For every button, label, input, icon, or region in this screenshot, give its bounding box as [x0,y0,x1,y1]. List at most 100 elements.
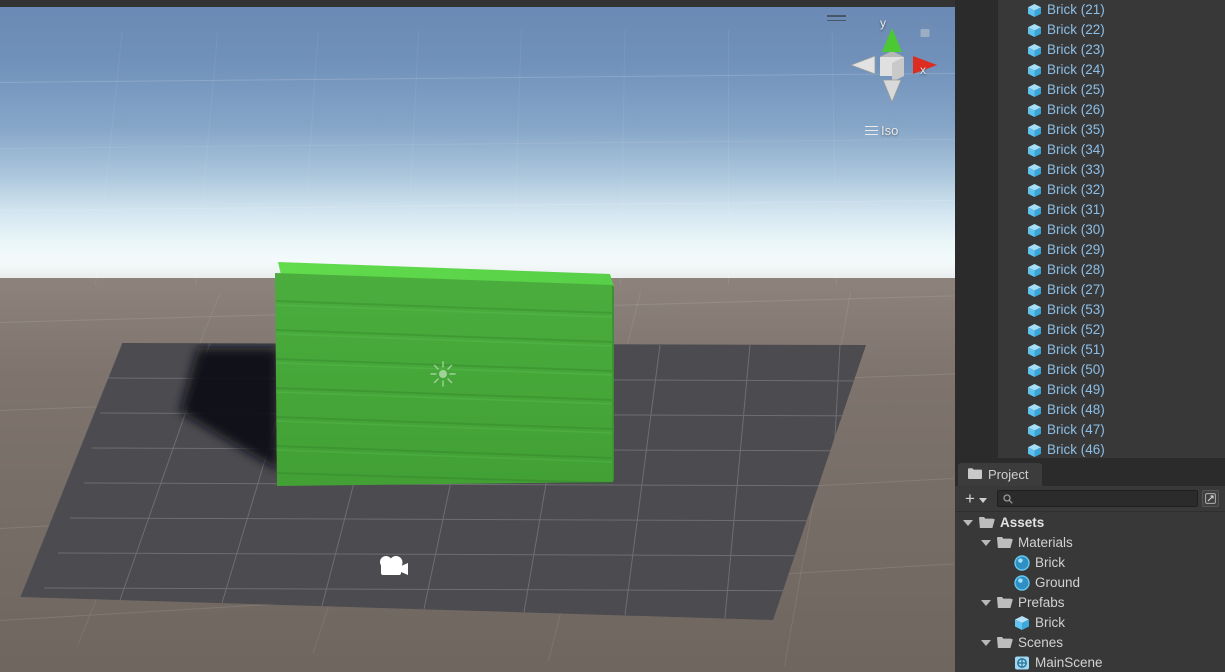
cube-icon [1027,23,1042,38]
project-tree-row-label: Scenes [1018,635,1064,650]
hierarchy-row[interactable]: Brick (23) [998,40,1225,60]
cube-icon [1027,383,1042,398]
hierarchy-row[interactable]: Brick (53) [998,300,1225,320]
project-tree-row[interactable]: Ground [955,573,1225,593]
cube-icon [1027,343,1042,358]
chevron-down-icon[interactable] [963,520,973,526]
folder-icon [979,515,995,531]
chevron-down-icon[interactable] [981,540,991,546]
hierarchy-row[interactable]: Brick (32) [998,180,1225,200]
add-asset-button[interactable]: + [961,489,991,509]
search-icon [1003,493,1013,504]
project-tree-row[interactable]: Assets [955,513,1225,533]
camera-gizmo-icon[interactable] [376,553,410,581]
plus-icon: + [965,488,975,508]
project-tab-strip: Project [955,462,1225,486]
material-icon [1014,555,1030,571]
chevron-down-icon[interactable] [981,600,991,606]
cube-icon [1027,43,1042,58]
folder-icon [997,595,1013,611]
hierarchy-row-label: Brick (31) [1047,202,1105,217]
project-tree-row[interactable]: MainScene [955,653,1225,672]
hierarchy-row[interactable]: Brick (31) [998,200,1225,220]
hierarchy-row[interactable]: Brick (22) [998,20,1225,40]
hierarchy-row-label: Brick (23) [1047,42,1105,57]
project-tree-row[interactable]: Prefabs [955,593,1225,613]
hierarchy-row-label: Brick (22) [1047,22,1105,37]
project-panel[interactable]: Project + Assets Materials Brick Ground … [955,462,1225,672]
scene-overlay-menu-icon[interactable] [827,12,846,24]
hierarchy-row[interactable]: Brick (25) [998,80,1225,100]
hierarchy-row[interactable]: Brick (34) [998,140,1225,160]
expand-filter-icon[interactable] [1202,490,1219,507]
cube-icon [1027,83,1042,98]
hierarchy-row[interactable]: Brick (52) [998,320,1225,340]
projection-menu-icon [865,123,878,138]
cube-icon [1027,443,1042,458]
project-tree-row[interactable]: Brick [955,613,1225,633]
hierarchy-row-label: Brick (30) [1047,222,1105,237]
gizmo-y-axis-label: y [880,16,886,30]
scene-view[interactable]: y x Iso [0,0,955,672]
chevron-down-icon[interactable] [981,640,991,646]
cube-icon [1027,323,1042,338]
hierarchy-row[interactable]: Brick (35) [998,120,1225,140]
hierarchy-row[interactable]: Brick (27) [998,280,1225,300]
project-tree-row[interactable]: Scenes [955,633,1225,653]
scene-projection-label[interactable]: Iso [865,123,898,138]
hierarchy-row-label: Brick (53) [1047,302,1105,317]
hierarchy-row-label: Brick (33) [1047,162,1105,177]
hierarchy-row[interactable]: Brick (21) [998,0,1225,20]
project-tree-row[interactable]: Brick [955,553,1225,573]
hierarchy-row[interactable]: Brick (29) [998,240,1225,260]
hierarchy-row-label: Brick (32) [1047,182,1105,197]
tab-project[interactable]: Project [958,463,1043,486]
cube-icon [1027,123,1042,138]
project-asset-tree[interactable]: Assets Materials Brick Ground Prefabs Brick Sc… [955,513,1225,672]
cube-icon [1027,63,1042,78]
gizmo-x-axis-label: x [920,63,926,77]
hierarchy-row[interactable]: Brick (48) [998,400,1225,420]
lock-open-icon[interactable] [918,21,934,39]
hierarchy-row[interactable]: Brick (26) [998,100,1225,120]
scene-icon [1014,655,1030,671]
scene-view-top-edge [0,0,955,7]
hierarchy-row[interactable]: Brick (24) [998,60,1225,80]
hierarchy-panel[interactable]: Brick (21) Brick (22) Brick (23) Brick (24)… [955,0,1225,460]
hierarchy-row[interactable]: Brick (51) [998,340,1225,360]
hierarchy-row[interactable]: Brick (28) [998,260,1225,280]
cube-icon [1027,423,1042,438]
right-dock: Brick (21) Brick (22) Brick (23) Brick (24)… [955,0,1225,672]
hierarchy-row[interactable]: Brick (46) [998,440,1225,460]
folder-icon [968,467,982,482]
hierarchy-row[interactable]: Brick (49) [998,380,1225,400]
hierarchy-row[interactable]: Brick (47) [998,420,1225,440]
cube-icon [1027,183,1042,198]
cube-icon [1027,143,1042,158]
hierarchy-row-label: Brick (49) [1047,382,1105,397]
project-tree-row[interactable]: Materials [955,533,1225,553]
project-toolbar[interactable]: + [955,486,1225,512]
hierarchy-row[interactable]: Brick (30) [998,220,1225,240]
hierarchy-row[interactable]: Brick (50) [998,360,1225,380]
cube-icon [1027,223,1042,238]
tab-project-label: Project [988,467,1029,482]
cube-icon [1027,403,1042,418]
hierarchy-list[interactable]: Brick (21) Brick (22) Brick (23) Brick (24)… [998,0,1225,460]
sun-light-gizmo-icon[interactable] [430,361,456,387]
cube-icon [1027,3,1042,18]
hierarchy-row-label: Brick (29) [1047,242,1105,257]
cube-icon [1027,363,1042,378]
hierarchy-row-label: Brick (48) [1047,402,1105,417]
hierarchy-row[interactable]: Brick (33) [998,160,1225,180]
hierarchy-row-label: Brick (52) [1047,322,1105,337]
hierarchy-row-label: Brick (34) [1047,142,1105,157]
search-input[interactable] [1016,492,1192,505]
cube-icon [1027,263,1042,278]
cube-icon [1027,283,1042,298]
project-tree-row-label: Brick [1035,615,1065,630]
project-tree-row-label: Ground [1035,575,1081,590]
project-search-field[interactable] [996,490,1198,507]
hierarchy-indent-gutter [955,0,998,460]
hierarchy-row-label: Brick (24) [1047,62,1105,77]
